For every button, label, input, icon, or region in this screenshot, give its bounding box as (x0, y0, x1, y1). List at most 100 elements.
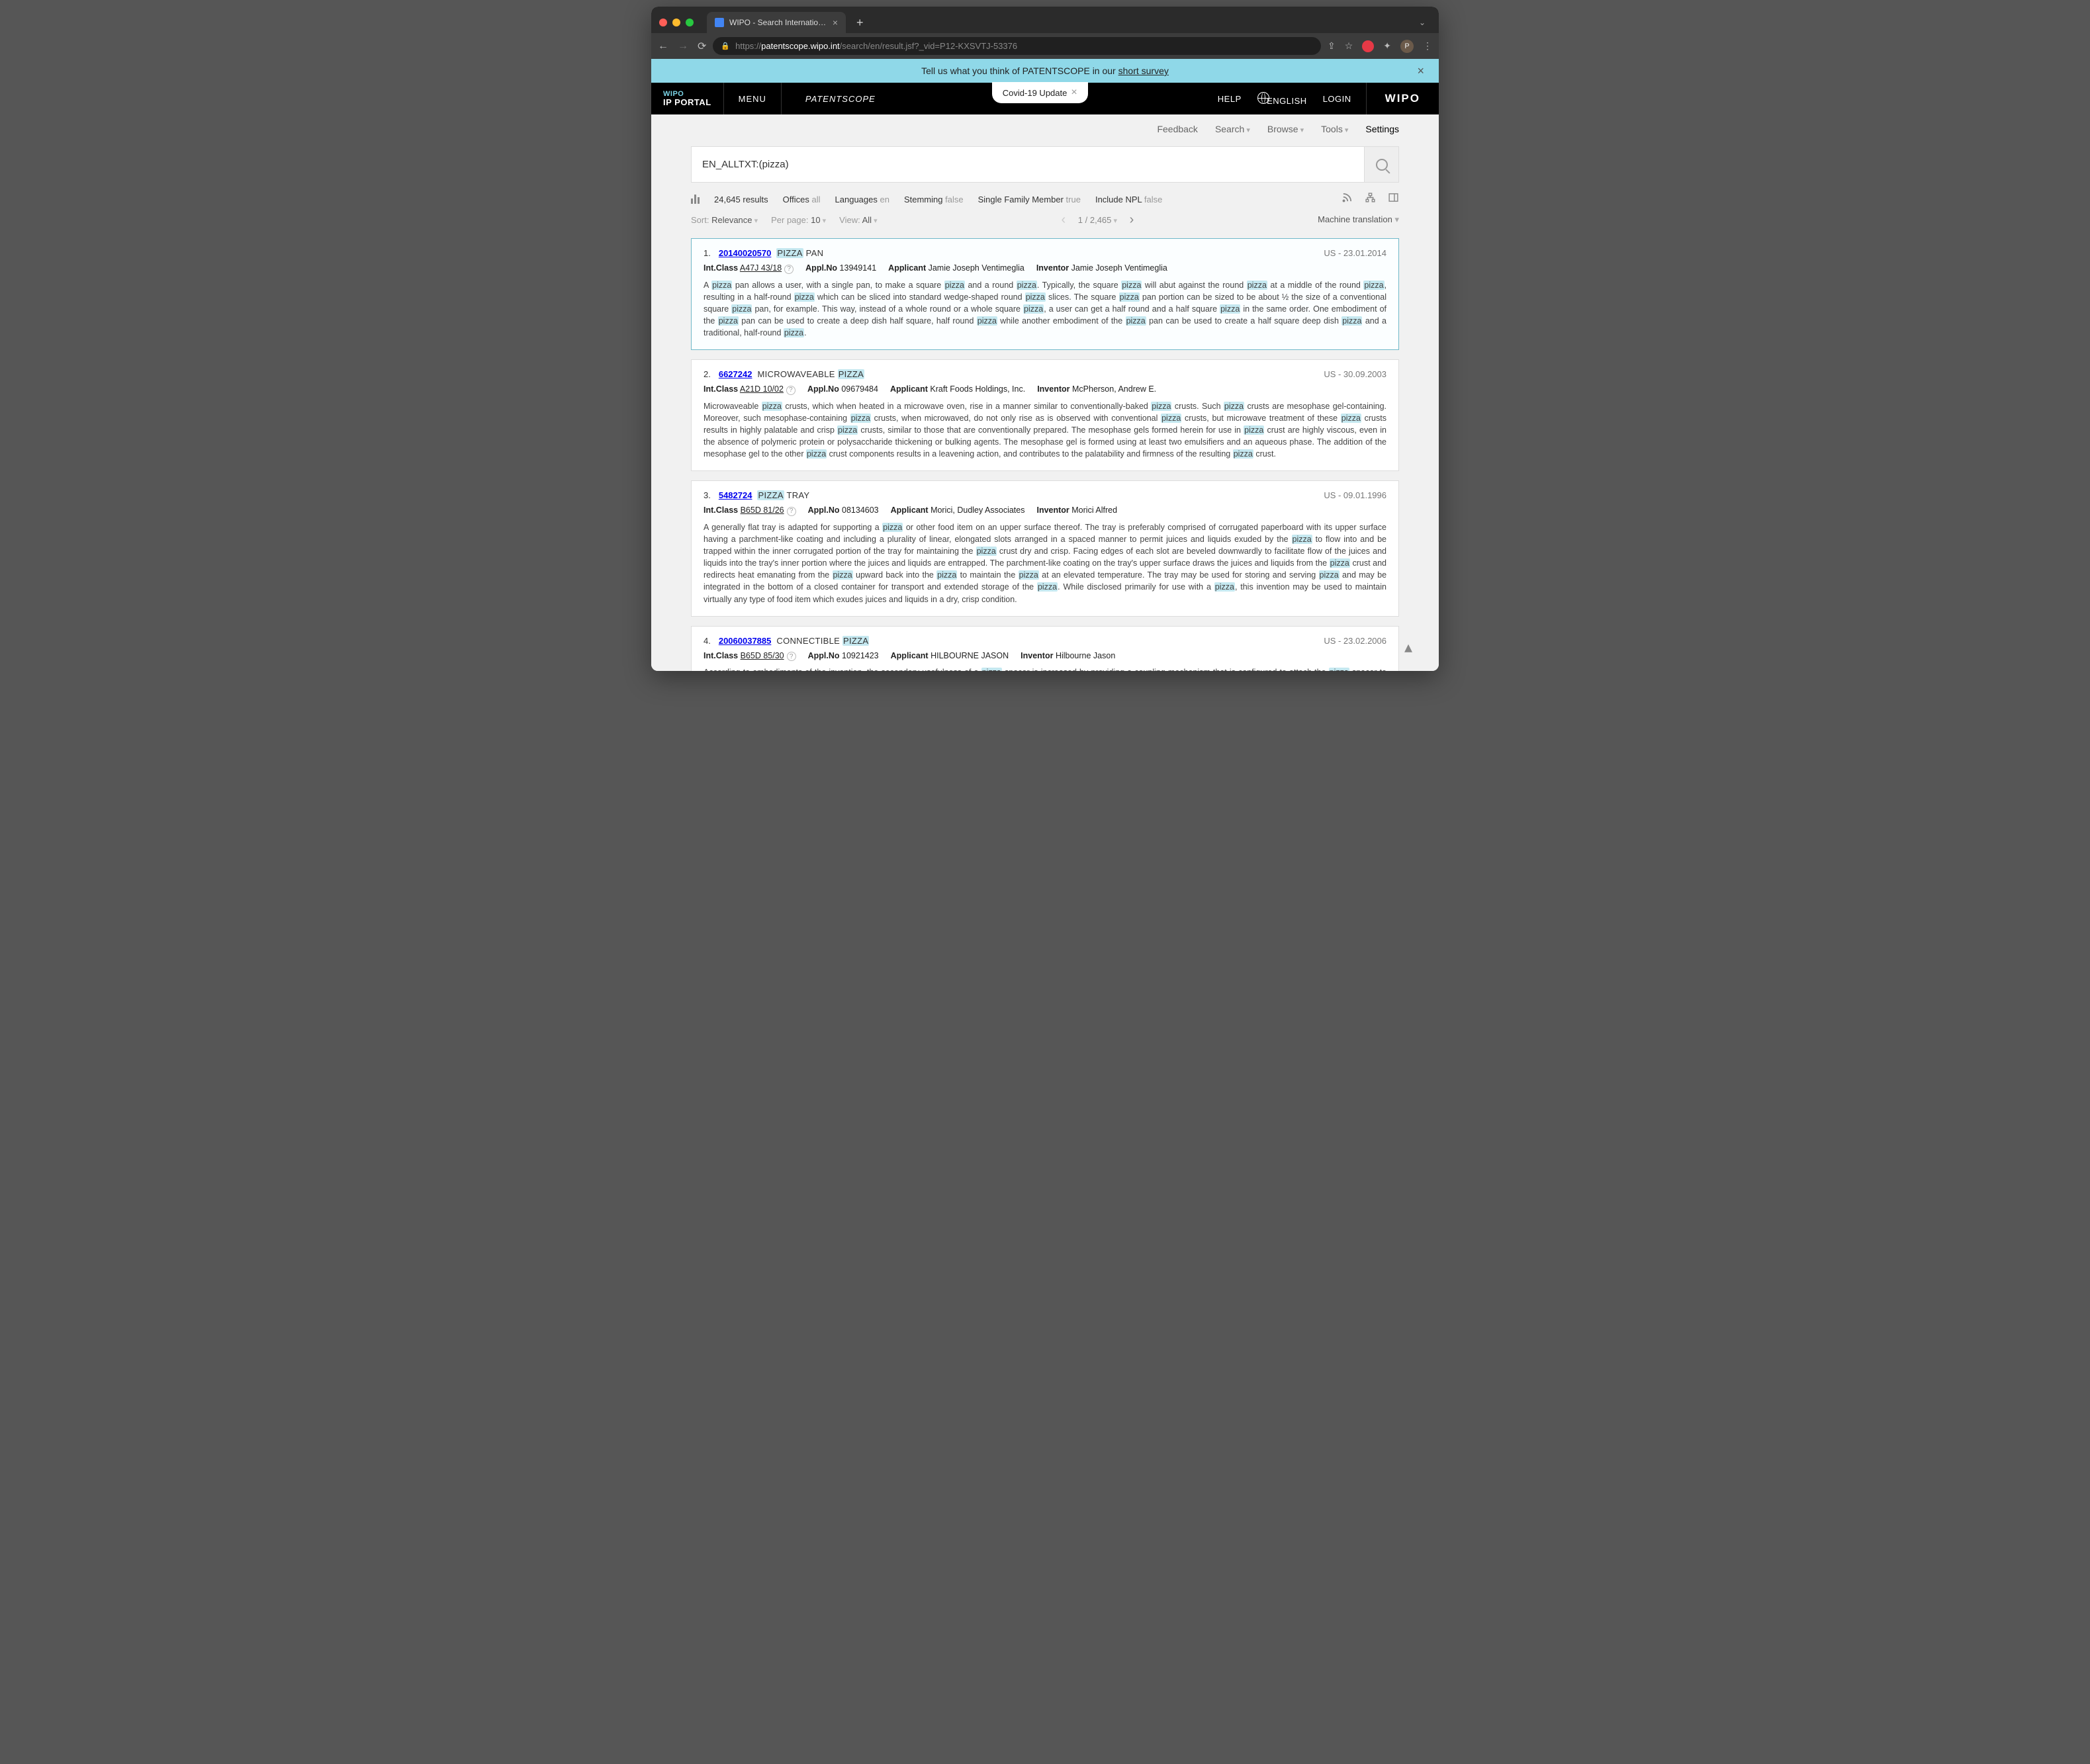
close-window-icon[interactable] (659, 19, 667, 26)
filter-offices[interactable]: Offices all (783, 195, 821, 204)
globe-icon (1257, 92, 1269, 104)
search-input[interactable] (692, 147, 1364, 182)
search-result: 2.6627242MICROWAVEABLE PIZZAUS - 30.09.2… (691, 359, 1399, 471)
lock-icon: 🔒 (721, 42, 730, 50)
help-icon[interactable]: ? (784, 265, 794, 274)
page-indicator[interactable]: 1 / 2,465 (1078, 215, 1117, 225)
perpage-selector[interactable]: Per page: 10 (771, 215, 826, 225)
help-link[interactable]: HELP (1218, 94, 1242, 104)
nav-browse[interactable]: Browse (1267, 124, 1304, 134)
result-title: PIZZA PAN (776, 248, 823, 258)
next-page-button[interactable]: › (1125, 213, 1138, 226)
close-tab-icon[interactable]: × (833, 17, 838, 28)
extension-icon[interactable] (1362, 40, 1374, 52)
nav-tools[interactable]: Tools (1321, 124, 1348, 134)
profile-avatar[interactable]: P (1400, 40, 1414, 53)
help-icon[interactable]: ? (786, 386, 795, 395)
result-applicant: Applicant Jamie Joseph Ventimeglia (888, 263, 1024, 274)
result-applicant: Applicant Morici, Dudley Associates (891, 506, 1025, 516)
nav-settings[interactable]: Settings (1365, 124, 1399, 134)
result-title: CONNECTIBLE PIZZA (776, 636, 869, 646)
menu-button[interactable]: MENU (724, 83, 781, 114)
search-icon (1376, 159, 1388, 171)
result-abstract: According to embodiments of the inventio… (704, 666, 1386, 671)
reload-button[interactable]: ⟳ (698, 40, 706, 53)
result-intclass: Int.Class B65D 81/26? (704, 506, 796, 516)
result-date: US - 09.01.1996 (1324, 490, 1386, 500)
browser-chrome: WIPO - Search International an × + ⌄ ← →… (651, 7, 1439, 59)
result-number-link[interactable]: 6627242 (719, 369, 752, 379)
nav-feedback[interactable]: Feedback (1157, 124, 1197, 134)
scroll-to-top-button[interactable]: ▴ (1398, 637, 1419, 658)
close-icon[interactable]: × (1071, 87, 1077, 99)
result-intclass: Int.Class A47J 43/18? (704, 263, 794, 274)
result-title: MICROWAVEABLE PIZZA (757, 369, 864, 379)
result-applno: Appl.No 10921423 (808, 651, 879, 662)
url-text: https://patentscope.wipo.int/search/en/r… (735, 41, 1017, 51)
search-result: 3. 5482724 PIZZA TRAY US - 09.01.1996 Int.Cl… (691, 480, 1399, 616)
result-index: 2. (704, 369, 711, 379)
result-applicant: Applicant Kraft Foods Holdings, Inc. (890, 384, 1025, 395)
result-number-link[interactable]: 20060037885 (719, 636, 772, 646)
sort-selector[interactable]: Sort: Relevance (691, 215, 758, 225)
result-inventor: Inventor McPherson, Andrew E. (1037, 384, 1156, 395)
result-count: 24,645 results (714, 195, 768, 204)
result-number-link[interactable]: 20140020570 (719, 248, 772, 258)
window-controls[interactable] (659, 19, 694, 26)
result-date: US - 23.02.2006 (1324, 636, 1386, 646)
nav-search[interactable]: Search (1215, 124, 1250, 134)
tab-list-button[interactable]: ⌄ (1419, 18, 1431, 27)
tab-favicon-icon (715, 18, 724, 27)
result-number-link[interactable]: 5482724 (719, 490, 752, 500)
result-intclass: Int.Class A21D 10/02? (704, 384, 795, 395)
patentscope-brand[interactable]: PATENTSCOPE (782, 83, 899, 114)
banner-close-icon[interactable]: × (1417, 64, 1424, 78)
browser-tab[interactable]: WIPO - Search International an × (707, 12, 846, 33)
side-panel-icon[interactable] (1388, 192, 1399, 206)
extensions-icon[interactable]: ✦ (1383, 40, 1391, 52)
banner-text: Tell us what you think of PATENTSCOPE in… (921, 66, 1169, 76)
language-selector[interactable]: ENGLISH (1257, 92, 1307, 106)
share-icon[interactable]: ⇪ (1328, 40, 1336, 52)
page-content: Tell us what you think of PATENTSCOPE in… (651, 59, 1439, 671)
address-bar[interactable]: 🔒 https://patentscope.wipo.int/search/en… (713, 37, 1321, 55)
filter-languages[interactable]: Languages en (835, 195, 889, 204)
sub-navigation: Feedback Search Browse Tools Settings (651, 114, 1439, 140)
result-index: 3. (704, 490, 711, 500)
help-icon[interactable]: ? (787, 507, 796, 516)
help-icon[interactable]: ? (787, 652, 796, 661)
covid-update-pill[interactable]: Covid-19 Update × (992, 82, 1088, 103)
result-index: 4. (704, 636, 711, 646)
bookmark-icon[interactable]: ☆ (1345, 40, 1353, 52)
result-inventor: Inventor Jamie Joseph Ventimeglia (1036, 263, 1167, 274)
result-applno: Appl.No 09679484 (807, 384, 878, 395)
survey-banner: Tell us what you think of PATENTSCOPE in… (651, 59, 1439, 83)
search-button[interactable] (1364, 147, 1398, 182)
sort-controls: Sort: Relevance Per page: 10 View: All ‹… (691, 213, 1399, 226)
machine-translation-toggle[interactable]: Machine translation ▾ (1318, 214, 1399, 225)
wipo-portal-logo[interactable]: WIPO IP PORTAL (651, 83, 723, 114)
search-result: 4. 20060037885 CONNECTIBLE PIZZA US - 23.02… (691, 626, 1399, 671)
filter-stemming[interactable]: Stemming false (904, 195, 964, 204)
view-selector[interactable]: View: All (839, 215, 878, 225)
wipo-logo[interactable]: WIPO (1366, 83, 1439, 114)
result-date: US - 23.01.2014 (1324, 248, 1386, 258)
login-link[interactable]: LOGIN (1323, 94, 1351, 104)
analysis-icon[interactable] (691, 195, 700, 204)
filter-single-family[interactable]: Single Family Member true (978, 195, 1081, 204)
new-tab-button[interactable]: + (851, 13, 869, 32)
result-applno: Appl.No 13949141 (805, 263, 876, 274)
menu-icon[interactable]: ⋮ (1423, 40, 1432, 52)
result-title: PIZZA TRAY (757, 490, 809, 500)
maximize-window-icon[interactable] (686, 19, 694, 26)
tree-view-icon[interactable] (1365, 192, 1376, 206)
survey-link[interactable]: short survey (1118, 66, 1169, 76)
result-index: 1. (704, 248, 711, 258)
back-button[interactable]: ← (658, 40, 668, 52)
filter-include-npl[interactable]: Include NPL false (1095, 195, 1162, 204)
results-meta: 24,645 results Offices all Languages en … (691, 192, 1399, 206)
rss-icon[interactable] (1341, 192, 1353, 206)
prev-page-button[interactable]: ‹ (1057, 213, 1070, 226)
minimize-window-icon[interactable] (672, 19, 680, 26)
forward-button[interactable]: → (678, 40, 688, 52)
